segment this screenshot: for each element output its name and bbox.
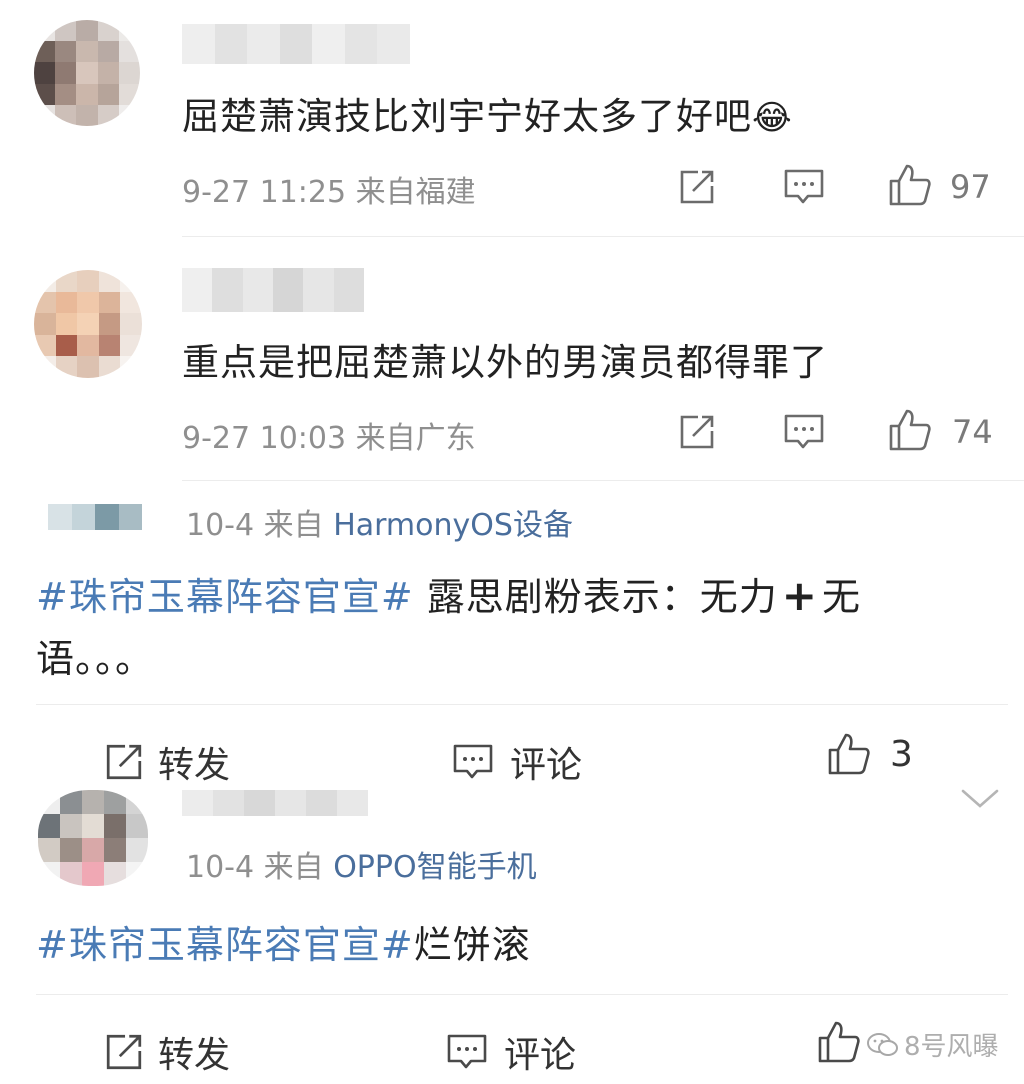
share-icon <box>104 742 144 782</box>
repost-button[interactable]: 转发 <box>104 736 230 788</box>
divider <box>182 236 1024 237</box>
timestamp: 9-27 11:25 <box>182 175 347 210</box>
comment-label: 评论 <box>510 745 583 786</box>
like-icon[interactable] <box>886 407 934 453</box>
like-icon <box>816 1020 862 1064</box>
hashtag-link[interactable]: #珠帘玉幕阵容官宣# <box>36 575 414 619</box>
username-blurred[interactable] <box>48 504 142 530</box>
avatar[interactable] <box>38 790 148 886</box>
laughing-crying-emoji: 😂 <box>752 98 793 138</box>
avatar[interactable] <box>34 270 142 378</box>
repost-button[interactable]: 转发 <box>104 1026 230 1078</box>
hashtag-link[interactable]: #珠帘玉幕阵容官宣# <box>36 923 414 967</box>
device-source: HarmonyOS设备 <box>333 508 573 543</box>
post-text-line: 语。。。 <box>36 637 155 681</box>
like-icon <box>826 732 872 776</box>
divider <box>182 480 1024 481</box>
comment-button[interactable]: 评论 <box>446 1026 576 1078</box>
share-icon[interactable] <box>676 166 718 208</box>
username-blurred[interactable] <box>182 268 364 312</box>
timestamp: 9-27 10:03 <box>182 421 347 456</box>
like-count: 97 <box>950 168 991 206</box>
like-count: 3 <box>890 733 913 775</box>
comment-icon <box>452 742 494 782</box>
divider <box>36 704 1008 705</box>
post-text-line: #珠帘玉幕阵容官宣# 露思剧粉表示：无力+ 无 <box>36 571 862 620</box>
divider <box>36 994 1008 995</box>
repost-label: 转发 <box>158 745 231 786</box>
wechat-icon <box>866 1031 900 1059</box>
location: 来自福建 <box>355 175 476 210</box>
username-blurred[interactable] <box>182 24 411 64</box>
comment-text: 屈楚萧演技比刘宇宁好太多了好吧😂 <box>182 95 793 138</box>
like-icon[interactable] <box>886 162 934 208</box>
location: 来自广东 <box>355 421 476 456</box>
repost-label: 转发 <box>158 1035 231 1076</box>
post-date: 10-4 <box>186 850 255 885</box>
share-icon <box>104 1032 144 1072</box>
watermark: 8号风曝 <box>866 1026 999 1063</box>
post-meta: 10-4 来自 OPPO智能手机 <box>186 850 537 885</box>
device-source: OPPO智能手机 <box>333 850 537 885</box>
username-blurred[interactable] <box>182 790 368 816</box>
post-text-line: #珠帘玉幕阵容官宣#烂饼滚 <box>36 923 531 967</box>
like-button[interactable] <box>816 1020 862 1064</box>
post-meta: 10-4 来自 HarmonyOS设备 <box>186 508 573 543</box>
comment-icon[interactable] <box>782 166 826 208</box>
comment-button[interactable]: 评论 <box>452 736 582 788</box>
like-count: 74 <box>952 413 993 451</box>
share-icon[interactable] <box>676 411 718 453</box>
chevron-down-icon[interactable] <box>958 784 1002 814</box>
comment-icon <box>446 1032 488 1072</box>
comment-label: 评论 <box>504 1035 577 1076</box>
comment-icon[interactable] <box>782 411 826 453</box>
comment-meta: 9-27 11:25 来自福建 <box>182 167 476 211</box>
plus-sign: + <box>781 571 818 620</box>
post-date: 10-4 <box>186 508 255 543</box>
avatar[interactable] <box>34 20 140 126</box>
comment-meta: 9-27 10:03 来自广东 <box>182 413 476 457</box>
comment-text: 重点是把屈楚萧以外的男演员都得罪了 <box>182 341 828 384</box>
like-button[interactable]: 3 <box>826 732 913 776</box>
